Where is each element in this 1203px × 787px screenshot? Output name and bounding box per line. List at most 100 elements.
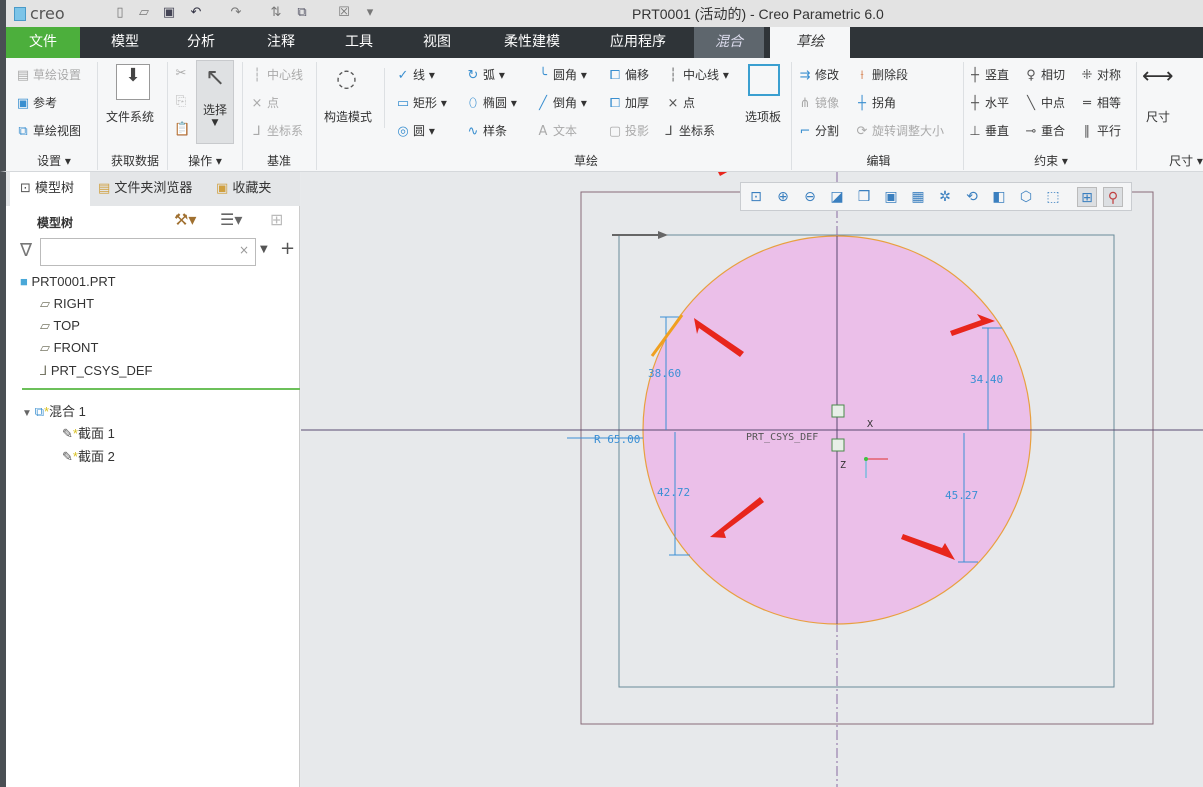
save-icon[interactable]: ▣ xyxy=(161,5,177,21)
customize-icon[interactable]: ▾ xyxy=(362,5,378,21)
display-style-icon[interactable]: ❒ xyxy=(854,187,874,207)
group-constrain-label[interactable]: 约束 ▾ xyxy=(966,152,1136,169)
zoom-in-icon[interactable]: ⊕ xyxy=(773,187,793,207)
tab-folder-browser[interactable]: ▤ 文件夹浏览器 xyxy=(98,172,192,206)
sketch-canvas[interactable]: 38.60 34.40 42.72 45.27 R 65.00 PRT_CSYS… xyxy=(301,172,1203,787)
radius-dimension[interactable]: R 65.00 xyxy=(594,433,640,446)
delete-segment-button[interactable]: ⟊ 删除段 xyxy=(855,66,908,83)
midpoint-constraint-button[interactable]: ╲ 中点 xyxy=(1024,94,1065,111)
tab-applications[interactable]: 应用程序 xyxy=(596,27,680,58)
sketch-setup-button[interactable]: ▤ 草绘设置 xyxy=(16,66,81,83)
file-system-button[interactable]: 文件系统 xyxy=(106,108,154,125)
paste-icon[interactable]: 📋 xyxy=(174,122,190,137)
undo-icon[interactable]: ↶ xyxy=(188,5,204,21)
thicken-button[interactable]: ⧠ 加厚 xyxy=(608,94,649,111)
project-button[interactable]: ▢ 投影 xyxy=(608,122,649,139)
equal-constraint-button[interactable]: ═ 相等 xyxy=(1080,94,1121,111)
constraint-display-icon[interactable]: ⊞ xyxy=(1077,187,1097,207)
vertex-display-icon[interactable]: ⚲ xyxy=(1103,187,1123,207)
corner-button[interactable]: ┼ 拐角 xyxy=(855,94,896,111)
zoom-out-icon[interactable]: ⊖ xyxy=(800,187,820,207)
tab-view[interactable]: 视图 xyxy=(402,27,472,58)
line-button[interactable]: ✓ 线 ▾ xyxy=(396,66,435,83)
tab-annotate[interactable]: 注释 xyxy=(246,27,316,58)
tree-item-front[interactable]: ▱ FRONT xyxy=(40,340,98,356)
repaint-icon[interactable]: ◪ xyxy=(827,187,847,207)
dimension-45-27[interactable]: 45.27 xyxy=(945,489,978,502)
graphics-area[interactable]: 38.60 34.40 42.72 45.27 R 65.00 PRT_CSYS… xyxy=(301,172,1203,787)
show-icon[interactable]: ☰▾ xyxy=(220,210,242,229)
dimension-display-icon[interactable]: ⬚ xyxy=(1043,187,1063,207)
copy-icon[interactable]: ⎘ xyxy=(174,94,188,109)
refit-icon[interactable]: ⊡ xyxy=(746,187,766,207)
references-button[interactable]: ▣ 参考 xyxy=(16,94,57,111)
tree-item-part[interactable]: ■ PRT0001.PRT xyxy=(20,274,116,289)
windows-icon[interactable]: ⧉ xyxy=(294,5,310,21)
dimension-42-72[interactable]: 42.72 xyxy=(657,486,690,499)
vertical-constraint-button[interactable]: ┼ 竖直 xyxy=(968,66,1009,83)
dimension-34-40[interactable]: 34.40 xyxy=(970,373,1003,386)
symmetric-constraint-button[interactable]: ⁜ 对称 xyxy=(1080,66,1121,83)
annotation-display-icon[interactable]: ◧ xyxy=(989,187,1009,207)
tree-item-csys[interactable]: ⅃ PRT_CSYS_DEF xyxy=(40,363,153,379)
tab-model[interactable]: 模型 xyxy=(90,27,160,58)
group-dimension-label[interactable]: 尺寸 ▾ xyxy=(1156,152,1203,169)
saved-orientations-icon[interactable]: ▣ xyxy=(881,187,901,207)
dimension-button[interactable]: 尺寸 xyxy=(1146,108,1170,125)
new-icon[interactable]: ▯ xyxy=(112,5,128,21)
tab-favorites[interactable]: ▣ 收藏夹 xyxy=(216,172,271,206)
tab-model-tree[interactable]: ⊡ 模型树 xyxy=(10,172,90,206)
tree-filter-icon[interactable]: ⊞ xyxy=(270,210,283,229)
search-dropdown-icon[interactable]: ▼ xyxy=(260,244,268,255)
rectangle-button[interactable]: ▭ 矩形 ▾ xyxy=(396,94,447,111)
centerline-button[interactable]: ┆ 中心线 ▾ xyxy=(666,66,729,83)
regenerate-icon[interactable]: ⇅ xyxy=(268,5,284,21)
palette-button[interactable]: 选项板 xyxy=(745,108,781,125)
ellipse-button[interactable]: ⬯ 椭圆 ▾ xyxy=(466,94,517,111)
tree-item-right[interactable]: ▱ RIGHT xyxy=(40,296,94,312)
add-icon[interactable]: + xyxy=(280,238,295,259)
perpendicular-constraint-button[interactable]: ⊥ 垂直 xyxy=(968,122,1009,139)
tab-flexible-modeling[interactable]: 柔性建模 xyxy=(490,27,574,58)
tab-file[interactable]: 文件 xyxy=(6,27,80,58)
tangent-constraint-button[interactable]: ♀ 相切 xyxy=(1024,66,1065,83)
modify-button[interactable]: ⇉ 修改 xyxy=(798,66,839,83)
point-button[interactable]: × 点 xyxy=(666,94,695,111)
coincident-constraint-button[interactable]: ⊸ 重合 xyxy=(1024,122,1065,139)
datum-centerline-button[interactable]: ┆ 中心线 xyxy=(250,66,303,83)
sketch-csys-button[interactable]: ⅃ 坐标系 xyxy=(662,122,715,139)
circle-button[interactable]: ◎ 圆 ▾ xyxy=(396,122,435,139)
rotate-resize-button[interactable]: ⟳ 旋转调整大小 xyxy=(855,122,944,139)
dimension-38-60[interactable]: 38.60 xyxy=(648,367,681,380)
group-setup-label[interactable]: 设置 ▾ xyxy=(16,152,92,169)
select-button[interactable]: ↖ 选择 ▼ xyxy=(196,60,234,144)
group-operations-label[interactable]: 操作 ▾ xyxy=(174,152,236,169)
offset-button[interactable]: ⧠ 偏移 xyxy=(608,66,649,83)
text-button[interactable]: A 文本 xyxy=(536,122,577,139)
cut-icon[interactable]: ✂ xyxy=(174,66,188,81)
spin-center-icon[interactable]: ⟲ xyxy=(962,187,982,207)
parallel-constraint-button[interactable]: ∥ 平行 xyxy=(1080,122,1121,139)
datum-csys-button[interactable]: ⅃ 坐标系 xyxy=(250,122,303,139)
tab-tools[interactable]: 工具 xyxy=(324,27,394,58)
spline-button[interactable]: ∿ 样条 xyxy=(466,122,507,139)
sketch-view-button[interactable]: ⧉ 草绘视图 xyxy=(16,122,81,139)
close-icon[interactable]: ☒ xyxy=(336,5,352,21)
arc-button[interactable]: ↻ 弧 ▾ xyxy=(466,66,505,83)
horizontal-constraint-button[interactable]: ┼ 水平 xyxy=(968,94,1009,111)
tree-item-section-2[interactable]: ✎*截面 2 xyxy=(62,446,115,465)
tree-search-input[interactable]: × xyxy=(40,238,256,266)
constraint-symbol-icon[interactable] xyxy=(831,404,845,418)
tab-sketch[interactable]: 草绘 xyxy=(770,27,850,58)
tab-analysis[interactable]: 分析 xyxy=(166,27,236,58)
sketch-view-icon[interactable]: ⬡ xyxy=(1016,187,1036,207)
datum-point-button[interactable]: × 点 xyxy=(250,94,279,111)
divide-button[interactable]: ⌐ 分割 xyxy=(798,122,839,139)
redo-icon[interactable]: ↷ xyxy=(228,5,244,21)
settings-tools-icon[interactable]: ⚒▾ xyxy=(174,210,196,229)
fillet-button[interactable]: ╰ 圆角 ▾ xyxy=(536,66,587,83)
tree-item-section-1[interactable]: ✎*截面 1 xyxy=(62,423,115,442)
clear-icon[interactable]: × xyxy=(239,243,249,257)
chamfer-button[interactable]: ╱ 倒角 ▾ xyxy=(536,94,587,111)
datum-display-icon[interactable]: ✲ xyxy=(935,187,955,207)
